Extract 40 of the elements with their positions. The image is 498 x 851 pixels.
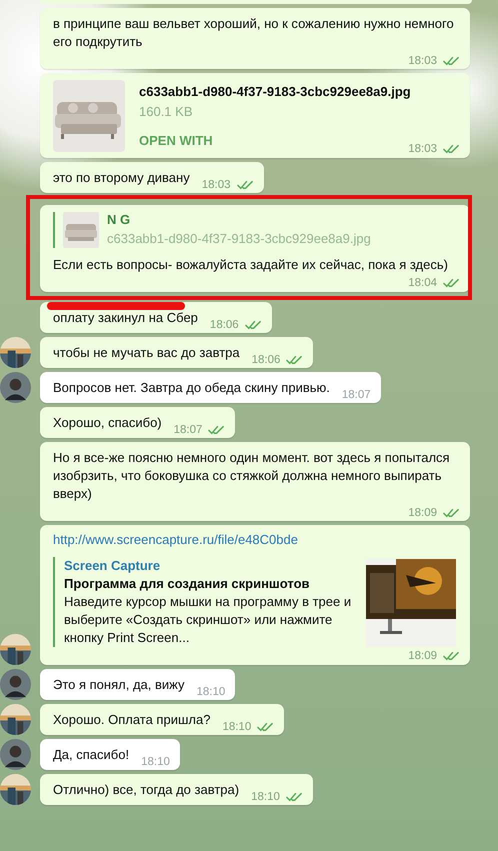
avatar-icon[interactable]: [0, 372, 31, 403]
message-text: Это я понял, да, вижу: [53, 676, 184, 694]
message-text: чтобы не мучать вас до завтра: [53, 344, 240, 362]
link-preview[interactable]: Screen Capture Программа для создания скриншотов Наведите курсор мышки на программу в трее и выберите «Создать скриншот» или нажмите кнопку Print Screen...: [53, 557, 456, 647]
preview-site: Screen Capture: [64, 557, 162, 575]
message-text: оплату закинул на Сбер: [53, 309, 198, 327]
message-text: Но я все-же поясню немного один момент. вот здесь я попытался изобрзить, что боковушка со стяжкой должна немного выпирать вверх): [53, 449, 451, 503]
message-time: 18:09: [408, 507, 437, 519]
message-time: 18:10: [141, 756, 170, 768]
message-link[interactable]: http://www.screencapture.ru/file/e48C0bde: [53, 532, 460, 547]
message-text: в принципе ваш вельвет хороший, но к сожалению нужно немного его подкрутить: [53, 15, 455, 51]
message-time: 18:03: [408, 55, 437, 67]
message-time: 18:10: [222, 721, 252, 733]
preview-title: Программа для создания скриншотов: [64, 575, 311, 593]
message-time: 18:06: [210, 319, 239, 331]
message-time: 18:07: [174, 424, 202, 436]
message-time: 18:10: [251, 791, 280, 803]
message-time: 18:06: [252, 354, 280, 366]
message-time: 18:09: [408, 650, 437, 662]
message-text: Вопросов нет. Завтра до обеда скину привью.: [53, 379, 330, 397]
message-time: 18:03: [408, 143, 437, 155]
file-name: c633abb1-d980-4f37-9183-3cbc929ee8a9.jpg: [139, 84, 411, 99]
reply-quote[interactable]: N G c633abb1-d980-4f37-9183-3cbc929ee8a9.jpg: [53, 212, 460, 248]
message-time: 18:07: [342, 389, 371, 401]
message-text: Отлично) все, тогда до завтра): [53, 781, 240, 799]
preview-description: Наведите курсор мышки на программу в трее и выберите «Создать скриншот» или нажмите кнопку Print Screen...: [64, 593, 352, 647]
message-text: это по второму дивану: [53, 169, 190, 187]
file-size: 160.1 KB: [139, 104, 192, 119]
avatar-icon[interactable]: [0, 739, 31, 770]
avatar-icon[interactable]: [0, 669, 31, 700]
message-text: Да, спасибо!: [53, 746, 130, 764]
message-time: 18:04: [408, 277, 437, 289]
message-time: 18:10: [196, 686, 226, 698]
reply-file-name: c633abb1-d980-4f37-9183-3cbc929ee8a9.jpg: [107, 231, 371, 246]
open-with-button[interactable]: OPEN WITH: [139, 133, 213, 148]
message-time: 18:03: [202, 179, 230, 191]
message-text: Хорошо. Оплата пришла?: [53, 711, 210, 729]
message-text: Если есть вопросы- вожалуйста задайте их сейчас, пока я здесь): [53, 256, 448, 274]
message-text: Хорошо, спасибо): [53, 414, 162, 432]
reply-author: N G: [107, 212, 132, 227]
